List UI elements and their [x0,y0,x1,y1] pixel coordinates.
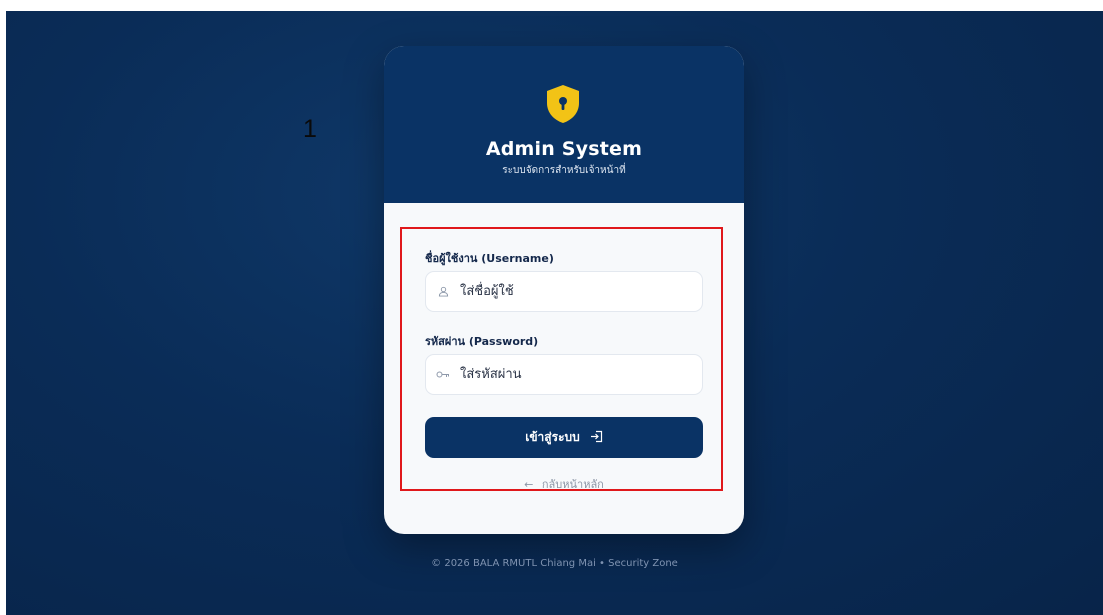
login-icon [590,430,603,446]
password-field[interactable] [425,354,703,395]
username-field[interactable] [425,271,703,312]
back-arrow-icon: ← [524,478,534,491]
app-subtitle: ระบบจัดการสำหรับเจ้าหน้าที่ [502,165,626,176]
login-card: Admin System ระบบจัดการสำหรับเจ้าหน้าที่… [384,46,744,534]
footer-copyright: © 2026 BALA RMUTL Chiang Mai • Security … [431,558,678,569]
username-input[interactable] [460,272,702,311]
key-icon [426,370,460,379]
page-background: 1 Admin System ระบบจัดการสำหรับเจ้าหน้าท… [6,11,1103,615]
login-button[interactable]: เข้าสู่ระบบ [425,417,703,458]
annotation-number: 1 [303,115,317,143]
password-label: รหัสผ่าน (Password) [425,335,539,348]
shield-icon [547,85,579,123]
login-button-label: เข้าสู่ระบบ [525,430,580,444]
back-link-label: กลับหน้าหลัก [541,478,604,491]
card-header: Admin System ระบบจัดการสำหรับเจ้าหน้าที่ [384,46,744,203]
user-icon [426,286,460,297]
app-title: Admin System [485,138,643,160]
username-label: ชื่อผู้ใช้งาน (Username) [425,252,554,265]
back-to-home-link[interactable]: ← กลับหน้าหลัก [384,475,744,493]
password-input[interactable] [460,355,702,394]
